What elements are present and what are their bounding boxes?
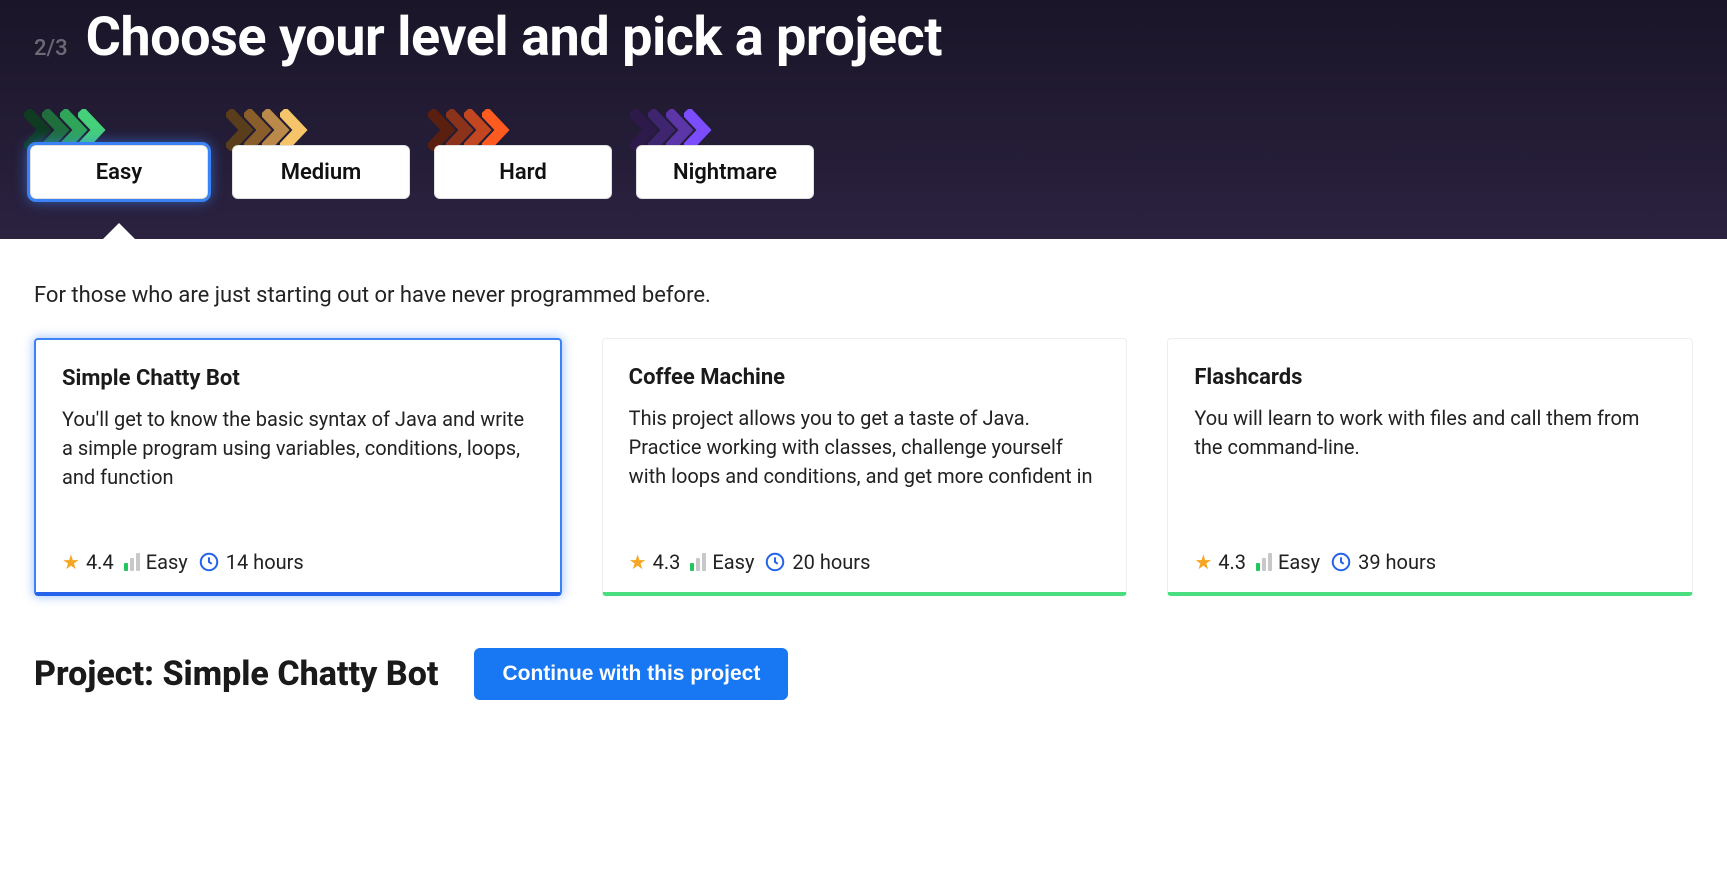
page-title: Choose your level and pick a project xyxy=(86,6,942,69)
project-description: This project allows you to get a taste o… xyxy=(629,404,1101,532)
level-button-hard[interactable]: Hard xyxy=(434,145,612,199)
project-difficulty: Easy xyxy=(712,550,754,574)
level-description: For those who are just starting out or h… xyxy=(34,283,1693,308)
project-description: You will learn to work with files and ca… xyxy=(1194,404,1666,532)
project-footer: Project: Simple Chatty Bot Continue with… xyxy=(34,648,1693,700)
project-title: Flashcards xyxy=(1194,365,1666,390)
difficulty-bars-icon xyxy=(124,553,140,571)
hero-section: 2/3 Choose your level and pick a project… xyxy=(0,0,1727,239)
level-item-easy: Easy xyxy=(30,109,208,199)
clock-icon xyxy=(1330,551,1352,573)
main-content: For those who are just starting out or h… xyxy=(0,239,1727,730)
project-meta: ★4.4 Easy 14 hours xyxy=(62,550,534,574)
level-item-hard: Hard xyxy=(434,109,612,199)
step-indicator: 2/3 xyxy=(34,36,68,61)
level-button-nightmare[interactable]: Nightmare xyxy=(636,145,814,199)
project-card[interactable]: Flashcards You will learn to work with fi… xyxy=(1167,338,1693,596)
project-hours: 39 hours xyxy=(1358,550,1436,574)
project-title: Coffee Machine xyxy=(629,365,1101,390)
star-icon: ★ xyxy=(62,550,80,574)
project-card[interactable]: Coffee Machine This project allows you to… xyxy=(602,338,1128,596)
project-difficulty: Easy xyxy=(146,550,188,574)
project-rating: 4.3 xyxy=(1218,550,1246,574)
level-item-nightmare: Nightmare xyxy=(636,109,814,199)
project-hours: 14 hours xyxy=(226,550,304,574)
project-description: You'll get to know the basic syntax of J… xyxy=(62,405,534,532)
continue-button[interactable]: Continue with this project xyxy=(474,648,788,700)
level-item-medium: Medium xyxy=(232,109,410,199)
level-button-easy[interactable]: Easy xyxy=(30,145,208,199)
selected-project-heading: Project: Simple Chatty Bot xyxy=(34,654,438,694)
hero-title-row: 2/3 Choose your level and pick a project xyxy=(34,0,1693,69)
project-title: Simple Chatty Bot xyxy=(62,366,534,391)
project-difficulty: Easy xyxy=(1278,550,1320,574)
project-cards: Simple Chatty Bot You'll get to know the … xyxy=(34,338,1693,596)
difficulty-bars-icon xyxy=(690,553,706,571)
star-icon: ★ xyxy=(1194,550,1212,574)
project-rating: 4.4 xyxy=(86,550,114,574)
project-hours: 20 hours xyxy=(792,550,870,574)
project-card[interactable]: Simple Chatty Bot You'll get to know the … xyxy=(34,338,562,596)
clock-icon xyxy=(198,551,220,573)
difficulty-bars-icon xyxy=(1256,553,1272,571)
clock-icon xyxy=(764,551,786,573)
star-icon: ★ xyxy=(629,550,647,574)
project-meta: ★4.3 Easy 39 hours xyxy=(1194,550,1666,574)
project-rating: 4.3 xyxy=(653,550,681,574)
project-meta: ★4.3 Easy 20 hours xyxy=(629,550,1101,574)
selected-level-pointer xyxy=(103,223,135,239)
levels-row: Easy Medium Hard Nightmare xyxy=(30,109,1693,199)
level-button-medium[interactable]: Medium xyxy=(232,145,410,199)
